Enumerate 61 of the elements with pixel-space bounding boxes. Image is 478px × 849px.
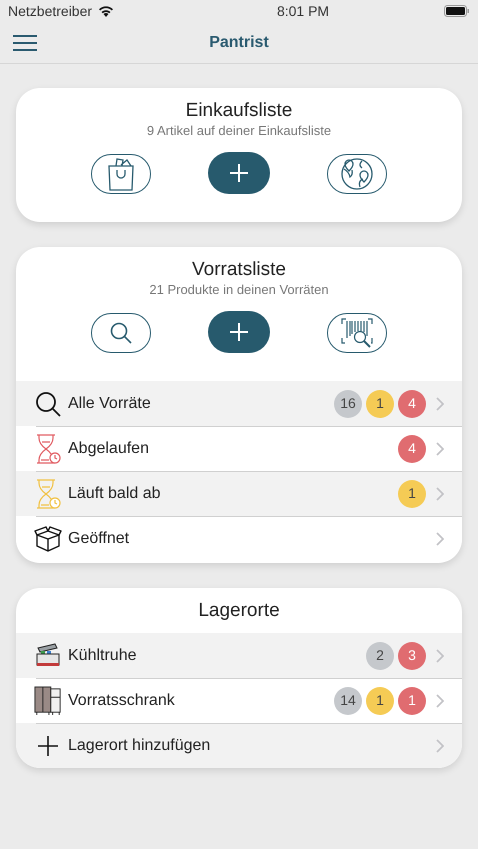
add-button[interactable] xyxy=(208,311,270,353)
chevron-right-icon xyxy=(436,738,444,752)
chevron-right-icon xyxy=(436,648,444,662)
chevron-right-icon xyxy=(436,396,444,410)
count-badge: 1 xyxy=(366,686,394,714)
list-row[interactable]: Kühltruhe 2 3 xyxy=(16,633,462,678)
card-subtitle: 9 Artikel auf deiner Einkaufsliste xyxy=(146,123,332,139)
card-title: Vorratsliste xyxy=(191,258,287,281)
hourglass-icon xyxy=(35,478,61,508)
globe-pin-icon xyxy=(340,157,374,191)
app-title: Pantrist xyxy=(209,32,269,52)
barcode-scan-button[interactable] xyxy=(327,313,387,353)
count-badge: 4 xyxy=(398,434,426,462)
map-button[interactable] xyxy=(327,154,387,194)
card-title: Lagerorte xyxy=(197,599,281,622)
count-badge: 16 xyxy=(334,390,362,418)
row-label: Abgelaufen xyxy=(68,438,150,458)
row-label: Kühltruhe xyxy=(68,646,138,666)
search-icon xyxy=(35,390,61,416)
row-label: Geöffnet xyxy=(68,528,130,548)
open-box-icon xyxy=(34,526,62,552)
count-badge: 2 xyxy=(366,642,394,670)
row-label: Vorratsschrank xyxy=(68,690,176,710)
shopping-bag-icon xyxy=(107,157,135,191)
chevron-right-icon xyxy=(436,532,444,546)
chevron-right-icon xyxy=(436,486,444,500)
row-label: Läuft bald ab xyxy=(68,484,162,504)
row-label: Lagerort hinzufügen xyxy=(68,736,212,756)
freezer-chest-icon xyxy=(35,642,61,668)
search-icon xyxy=(109,321,133,345)
shopping-bag-button[interactable] xyxy=(91,154,151,194)
list-row[interactable]: Läuft bald ab 1 xyxy=(16,471,462,516)
list-row[interactable]: Vorratsschrank 14 1 1 xyxy=(16,678,462,723)
search-button[interactable] xyxy=(91,313,151,353)
count-badge: 14 xyxy=(334,686,362,714)
chevron-right-icon xyxy=(436,694,444,708)
list-row[interactable]: Alle Vorräte 16 1 4 xyxy=(16,381,462,426)
card-title: Einkaufsliste xyxy=(184,99,294,122)
hourglass-icon xyxy=(35,434,61,464)
count-badge: 1 xyxy=(366,390,394,418)
list-row[interactable]: Lagerort hinzufügen xyxy=(16,723,462,768)
plus-icon xyxy=(37,734,59,756)
menu-icon[interactable] xyxy=(13,35,37,51)
card-subtitle: 21 Produkte in deinen Vorräten xyxy=(148,282,330,298)
count-badge: 3 xyxy=(398,642,426,670)
cabinet-icon xyxy=(34,684,62,716)
clock-time: 8:01 PM xyxy=(276,2,330,20)
wifi-icon xyxy=(98,5,114,17)
count-badge: 1 xyxy=(398,480,426,508)
carrier-name: Netzbetreiber xyxy=(8,2,92,20)
barcode-search-icon xyxy=(341,318,373,348)
chevron-right-icon xyxy=(436,442,444,456)
list-row[interactable]: Abgelaufen 4 xyxy=(16,426,462,471)
plus-icon xyxy=(229,322,249,342)
count-badge: 1 xyxy=(398,686,426,714)
add-button[interactable] xyxy=(208,152,270,194)
row-label: Alle Vorräte xyxy=(68,394,152,414)
list-row[interactable]: Geöffnet xyxy=(16,516,462,561)
count-badge: 4 xyxy=(398,390,426,418)
plus-icon xyxy=(229,163,249,183)
battery-icon xyxy=(444,5,470,17)
